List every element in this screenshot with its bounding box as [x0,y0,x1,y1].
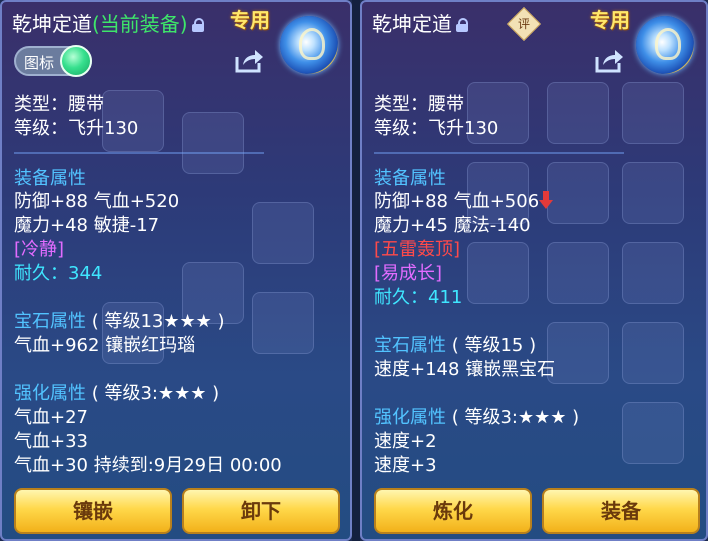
share-icon[interactable] [234,48,264,74]
enhance-line: 气血+33 [14,431,88,452]
separator [374,152,624,154]
rating-badge[interactable]: 评 [507,7,541,41]
attr-line-1: 防御+88 气血+506 [374,191,554,213]
durability-label: 耐久： [374,287,428,308]
special-effect-1: [五雷轰顶] [374,239,461,260]
attr-line-1-text: 防御+88 气血+506 [374,191,540,212]
gem-line: 气血+962 镶嵌红玛瑙 [14,335,196,356]
enhance-line: 气血+27 [14,407,88,428]
item-name: 乾坤定道 [372,12,452,36]
gem-heading: 宝石属性 [374,335,446,356]
refine-button[interactable]: 炼化 [374,488,532,534]
rating-badge-label: 评 [517,17,530,31]
special-effect-2: [易成长] [374,263,443,284]
enhance-heading: 强化属性 [14,383,86,404]
gem-header: 宝石属性 ( 等级15 ) [374,335,536,357]
item-title: 乾坤定道 [372,8,468,37]
emblem-icon [280,16,338,74]
item-level: 等级：飞升130 [374,118,499,139]
attr-line-2: 魔力+48 敏捷-17 [14,215,160,236]
item-type: 类型：腰带 [14,94,104,115]
icon-toggle[interactable]: 图标 [14,45,92,77]
enhance-line: 速度+3 [374,455,437,476]
share-icon[interactable] [594,48,624,74]
lock-icon [456,18,468,32]
attr-line-2: 魔力+45 魔法-140 [374,215,531,236]
gem-level: ( 等级15 ) [451,335,537,356]
panel-divider [352,0,360,541]
gem-level: ( 等级13★★★ ) [91,311,225,332]
gem-heading: 宝石属性 [14,311,86,332]
durability-value: 344 [68,263,103,284]
item-name: 乾坤定道 [12,12,92,36]
item-type: 类型：腰带 [374,94,464,115]
item-title: 乾坤定道(当前装备) [12,8,204,37]
icon-toggle-label: 图标 [24,54,55,72]
durability-value: 411 [428,287,463,308]
equip-attr-heading: 装备属性 [374,168,446,189]
toggle-knob-icon [60,45,92,77]
enhance-line: 速度+2 [374,431,437,452]
equip-attr-heading: 装备属性 [14,168,86,189]
right-item-tooltip: 乾坤定道 评 专用 类型：腰带 等级：飞升130 装备属性 防御+88 气血+5… [360,0,708,541]
enhance-header: 强化属性 ( 等级3:★★★ ) [374,407,579,429]
lock-icon [191,18,204,32]
inlay-button[interactable]: 镶嵌 [14,488,172,534]
enhance-level: ( 等级3:★★★ ) [451,407,580,428]
unequip-button[interactable]: 卸下 [182,488,340,534]
attr-line-1: 防御+88 气血+520 [14,191,180,212]
current-equipped-label: (当前装备) [92,12,188,36]
equip-button[interactable]: 装备 [542,488,700,534]
gem-header: 宝石属性 ( 等级13★★★ ) [14,311,225,333]
durability-label: 耐久： [14,263,68,284]
durability: 耐久：411 [374,287,462,309]
emblem-icon [636,16,694,74]
enhance-heading: 强化属性 [374,407,446,428]
exclusive-label: 专用 [590,8,630,32]
item-level: 等级：飞升130 [14,118,139,139]
decrease-arrow-icon [539,191,554,209]
enhance-header: 强化属性 ( 等级3:★★★ ) [14,383,219,405]
durability: 耐久：344 [14,263,102,285]
gem-line: 速度+148 镶嵌黑宝石 [374,359,556,380]
separator [14,152,264,154]
enhance-line: 气血+30 持续到:9月29日 00:00 [14,455,282,476]
left-item-tooltip: 乾坤定道(当前装备) 专用 图标 类型：腰带 等级：飞升130 装备属性 防御+… [0,0,352,541]
enhance-level: ( 等级3:★★★ ) [91,383,220,404]
exclusive-label: 专用 [230,8,270,32]
special-effect: [冷静] [14,239,65,260]
